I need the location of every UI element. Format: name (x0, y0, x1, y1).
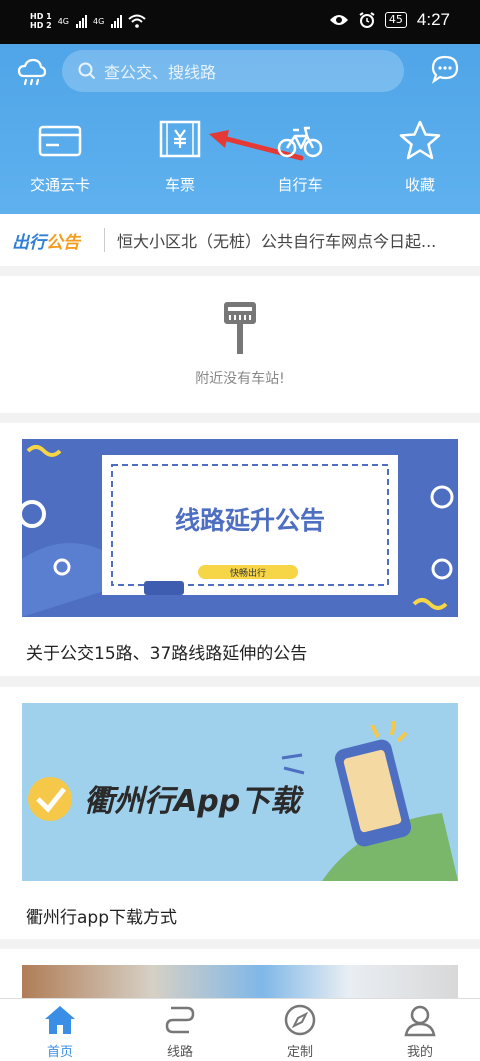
news-title[interactable]: 衢州行app下载方式 (26, 903, 177, 928)
banner-title: 衢州行App下载 (84, 784, 304, 819)
alarm-icon (359, 12, 375, 28)
quick-action-label: 自行车 (277, 176, 323, 194)
tab-label: 首页 (46, 1045, 73, 1060)
home-icon (45, 1006, 75, 1034)
bottom-tab-bar: 首页 线路 定制 我的 (0, 998, 480, 1061)
signal-icon (75, 14, 87, 28)
route-icon (165, 1006, 195, 1034)
quick-action-card[interactable]: 交通云卡 (0, 118, 120, 195)
star-icon (399, 120, 441, 160)
tab-home[interactable]: 首页 (0, 999, 120, 1061)
bicycle-icon (277, 126, 323, 158)
quick-actions: 交通云卡 车票 自行车 收藏 (0, 118, 480, 195)
header: 查公交、搜线路 交通云卡 车票 自行车 收藏 (0, 44, 480, 214)
tab-custom[interactable]: 定制 (240, 999, 360, 1061)
tab-label: 定制 (286, 1045, 313, 1060)
tab-label: 线路 (166, 1045, 193, 1060)
tab-routes[interactable]: 线路 (120, 999, 240, 1061)
quick-action-bicycle[interactable]: 自行车 (240, 118, 360, 195)
notice-logo: 出行公告 (12, 228, 94, 253)
notice-logo-part1: 出行 (12, 232, 46, 253)
notice-logo-part2: 公告 (46, 232, 80, 253)
notice-bar[interactable]: 出行公告 恒大小区北（无桩）公共自行车网点今日起... (0, 214, 480, 266)
quick-action-label: 车票 (164, 176, 195, 194)
bus-stop-icon (224, 302, 256, 354)
status-bar: HD 1 HD 2 4G 4G 45 4:27 (0, 0, 480, 44)
message-icon[interactable] (430, 54, 460, 84)
news-card[interactable]: 快畅出行 线路延升公告 关于公交15路、37路线路延伸的公告 (0, 423, 480, 676)
quick-action-ticket[interactable]: 车票 (120, 118, 240, 195)
user-icon (404, 1005, 436, 1037)
search-icon (78, 62, 96, 80)
news-card[interactable]: 衢州行App下载 衢州行app下载方式 (0, 687, 480, 939)
card-icon (38, 125, 82, 157)
news-banner-image[interactable]: 快畅出行 线路延升公告 (22, 439, 458, 617)
ticket-icon (159, 120, 201, 158)
banner-tag: 快畅出行 (230, 567, 266, 579)
sim2-label: HD 2 (30, 21, 52, 30)
network-type-2: 4G (92, 16, 105, 26)
search-input[interactable]: 查公交、搜线路 (62, 50, 404, 92)
wifi-icon (128, 14, 146, 28)
empty-stations-text: 附近没有车站! (195, 371, 285, 387)
network-type-1: 4G (57, 16, 69, 26)
tab-profile[interactable]: 我的 (360, 999, 480, 1061)
banner-title: 线路延升公告 (175, 506, 325, 535)
battery-indicator: 45 (384, 12, 407, 28)
signal-icon-2 (111, 14, 123, 28)
tab-label: 我的 (406, 1045, 433, 1060)
notice-text[interactable]: 恒大小区北（无桩）公共自行车网点今日起... (117, 228, 447, 252)
news-title[interactable]: 关于公交15路、37路线路延伸的公告 (26, 639, 307, 664)
compass-icon (284, 1004, 316, 1036)
clock: 4:27 (416, 10, 450, 29)
eye-icon (329, 15, 348, 25)
weather-icon[interactable] (16, 56, 48, 88)
quick-action-label: 收藏 (404, 176, 435, 194)
news-banner-image[interactable]: 衢州行App下载 (22, 703, 458, 881)
quick-action-favorites[interactable]: 收藏 (360, 118, 480, 195)
search-placeholder: 查公交、搜线路 (104, 63, 217, 82)
divider (104, 228, 105, 252)
sim-indicator: HD 1 HD 2 (30, 12, 52, 30)
sim1-label: HD 1 (30, 12, 52, 21)
quick-action-label: 交通云卡 (29, 176, 90, 194)
nearby-stations: 附近没有车站! (0, 276, 480, 413)
